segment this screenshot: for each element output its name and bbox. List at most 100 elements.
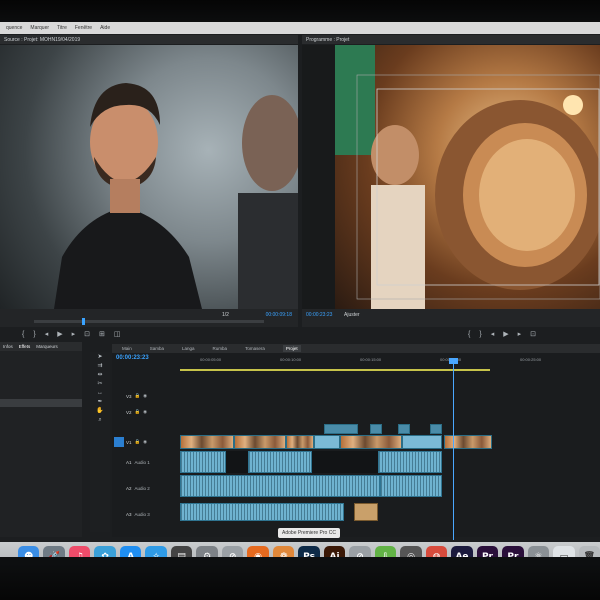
razor-tool-icon[interactable]: ✂ [97,381,102,387]
download-icon[interactable]: ⇩ [374,546,397,557]
program-zoom-select[interactable]: Ajuster [344,312,360,318]
program-monitor-header[interactable]: Programme : Projet [302,35,600,44]
track-lock-icon[interactable]: 🔒 [135,409,141,415]
tab-effects[interactable]: Effets [19,344,30,349]
program-monitor-video[interactable] [335,45,600,309]
video-clip[interactable] [314,435,340,449]
video-clip[interactable] [286,435,314,449]
audio-clip[interactable] [248,451,312,473]
ripple-edit-tool-icon[interactable]: ⇹ [97,372,102,378]
track-header-a2[interactable]: A2 Audio 2 [112,481,180,495]
track-header-a3[interactable]: A3 Audio 3 [112,507,180,521]
track-header-v3[interactable]: V3 🔒 ◉ [112,389,180,403]
program-mark-out-icon[interactable]: } [479,331,481,338]
track-header-v2[interactable]: V2 🔒 ◉ [112,405,180,419]
clapper-icon[interactable]: ▤ [170,546,193,557]
photos-icon[interactable]: ✿ [94,546,116,557]
video-clip[interactable] [444,435,492,449]
work-area-bar[interactable] [180,369,490,371]
video-clip[interactable] [340,435,402,449]
itunes-icon[interactable]: ♫ [68,546,91,557]
track-visibility-icon[interactable]: ◉ [143,439,147,445]
tab-sequence-main[interactable]: Main [122,346,132,351]
firefox-icon[interactable]: ◉ [247,546,269,557]
play-icon[interactable]: ▶ [57,331,62,338]
video-clip[interactable] [324,424,358,434]
audio-clip[interactable] [180,503,344,521]
video-clip[interactable] [180,435,234,449]
audio-clip[interactable] [378,451,442,473]
track-lane-v1[interactable] [180,435,600,449]
timeline-panel[interactable]: 00:00:23:23 00:00:05:00 00:00:10:00 00:0… [112,353,600,537]
track-lane-v2[interactable] [180,424,600,434]
selection-tool-icon[interactable]: ➤ [97,354,102,360]
app-store-icon[interactable]: A [119,546,142,557]
program-step-forward-icon[interactable]: ▸ [518,331,522,338]
track-visibility-icon[interactable]: ◉ [143,393,147,399]
track-visibility-icon[interactable]: ◉ [143,409,147,415]
photoshop-icon[interactable]: Ps [298,546,320,557]
program-play-icon[interactable]: ▶ [503,331,508,338]
video-clip[interactable] [234,435,286,449]
safari-icon[interactable]: ✧ [145,546,167,557]
video-clip[interactable] [370,424,382,434]
audio-clip[interactable] [180,451,226,473]
track-lane-a3[interactable] [180,503,600,521]
tab-sequence-langa[interactable]: Langa [182,346,195,351]
insert-icon[interactable]: ⊡ [84,331,90,338]
menu-item-sequence[interactable]: quence [6,25,22,31]
step-forward-icon[interactable]: ▸ [72,331,76,338]
program-step-back-icon[interactable]: ◂ [491,331,495,338]
premiere-alt-icon[interactable]: Pr [502,546,524,557]
export-frame-icon[interactable]: ◫ [114,331,121,338]
tab-sequence-rumba[interactable]: Rumba [213,346,228,351]
audio-clip[interactable] [180,475,380,497]
mark-out-icon[interactable]: } [33,331,35,338]
illustrator-icon[interactable]: Ai [323,546,346,557]
tab-sequence-tomasera[interactable]: Tomasera [245,346,265,351]
tab-info[interactable]: Infos [3,344,13,349]
source-monitor-header[interactable]: Source : Projet: MOHN19/04/2019 [0,35,298,44]
track-lane-a1[interactable] [180,451,600,473]
track-lock-icon[interactable]: 🔒 [135,393,141,399]
source-scrub-bar[interactable] [34,318,264,325]
source-resolution[interactable]: 1/2 [222,312,229,318]
launchpad-icon[interactable]: 🚀 [43,546,65,557]
chrome-icon[interactable]: ◍ [425,546,448,557]
source-playhead[interactable] [82,318,85,325]
no-entry-icon[interactable]: ⊘ [221,546,244,557]
timeline-timecode[interactable]: 00:00:23:23 [116,355,149,361]
camera-icon[interactable]: ◎ [400,546,422,557]
track-select-tool-icon[interactable]: ⇉ [97,363,102,369]
timeline-playhead[interactable] [453,360,454,540]
slip-tool-icon[interactable]: ↔ [97,390,103,396]
after-effects-icon[interactable]: Ae [451,546,473,557]
tab-sequence-samba[interactable]: Samba [150,346,164,351]
track-target-toggle[interactable] [114,437,124,447]
menu-item-help[interactable]: Aide [100,25,110,31]
video-clip[interactable] [398,424,410,434]
audio-clip[interactable] [380,475,442,497]
menu-item-marker[interactable]: Marquer [30,25,49,31]
blocked-icon[interactable]: ⊘ [349,546,371,557]
mark-in-icon[interactable]: { [22,331,24,338]
track-header-v1[interactable]: V1 🔒 ◉ [112,435,180,449]
premiere-icon[interactable]: Pr [476,546,499,557]
video-clip[interactable] [402,435,442,449]
tab-markers[interactable]: Marqueurs [36,344,58,349]
video-clip[interactable] [430,424,442,434]
pinwheel-icon[interactable]: ❁ [272,546,295,557]
hand-tool-icon[interactable]: ✋ [96,408,103,414]
preferences-icon[interactable]: ⚙ [196,546,218,557]
source-monitor-video[interactable] [0,45,298,309]
misc-icon[interactable]: ⚛ [527,546,550,557]
menu-item-window[interactable]: Fenêtre [75,25,92,31]
program-mark-in-icon[interactable]: { [468,331,470,338]
video-clip-thumbnail[interactable] [354,503,378,521]
tab-sequence-projet[interactable]: Projet [282,345,301,352]
overwrite-icon[interactable]: ⊞ [99,331,105,338]
program-lift-icon[interactable]: ⊡ [530,331,536,338]
finder-icon[interactable]: ☻ [18,546,40,557]
document-icon[interactable]: ▭ [553,546,575,557]
pen-tool-icon[interactable]: ✒ [97,399,102,405]
